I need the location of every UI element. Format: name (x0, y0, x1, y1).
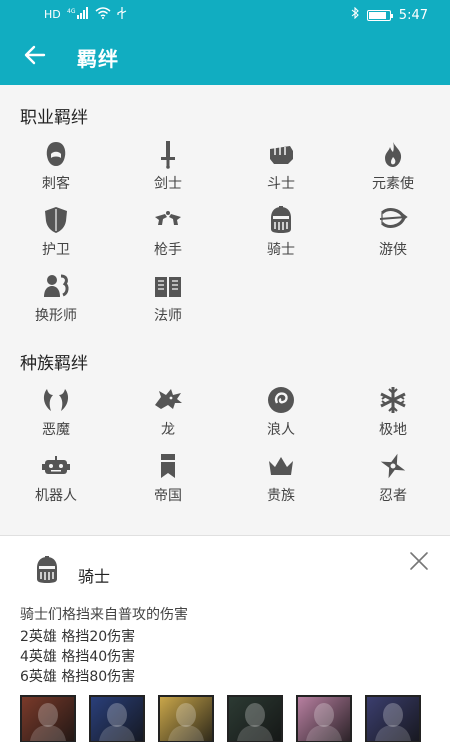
exile-icon (268, 387, 294, 413)
synergy-label: 元素使 (372, 176, 414, 192)
bow-icon (379, 208, 408, 228)
wifi-icon (95, 7, 111, 23)
synergy-label: 法师 (154, 308, 182, 324)
knight-helmet-icon (32, 555, 62, 585)
synergy-label: 游侠 (379, 242, 407, 258)
back-button[interactable] (22, 42, 50, 70)
close-icon (410, 552, 428, 570)
pistols-icon (155, 211, 181, 225)
shapeshifter-icon (44, 274, 69, 297)
hero-portrait-icon (237, 703, 273, 741)
synergy-item[interactable]: 护卫 (0, 205, 112, 265)
synergy-label: 护卫 (42, 242, 70, 258)
hero-portrait[interactable] (227, 695, 283, 742)
synergy-label: 极地 (379, 422, 407, 438)
hero-portrait[interactable] (89, 695, 145, 742)
synergy-item[interactable]: 恶魔 (0, 385, 112, 445)
synergy-item[interactable]: 浪人 (225, 385, 337, 445)
synergy-label: 浪人 (267, 422, 295, 438)
synergy-item[interactable]: 斗士 (225, 139, 337, 199)
demon-horns-icon (43, 389, 69, 411)
synergy-label: 龙 (161, 422, 175, 438)
sword-icon (161, 141, 175, 169)
synergy-label: 帝国 (154, 488, 182, 504)
synergy-item[interactable]: 极地 (337, 385, 449, 445)
synergy-description: 骑士们格挡来自普攻的伤害 (20, 607, 188, 623)
svg-text:4G: 4G (67, 8, 76, 15)
synergy-item[interactable]: 枪手 (112, 205, 224, 265)
synergy-tier: 2英雄 格挡20伤害 (20, 629, 136, 645)
hero-portrait[interactable] (158, 695, 214, 742)
synergy-detail-panel: 骑士 骑士们格挡来自普攻的伤害 2英雄 格挡20伤害 4英雄 格挡40伤害 6英… (0, 535, 450, 742)
hero-portrait[interactable] (365, 695, 421, 742)
synergy-label: 机器人 (35, 488, 77, 504)
shield-icon (45, 207, 67, 233)
synergy-item[interactable]: 法师 (112, 271, 224, 331)
synergy-label: 刺客 (42, 176, 70, 192)
book-icon (155, 277, 181, 297)
synergy-label: 骑士 (267, 242, 295, 258)
knight-helmet-icon (37, 556, 57, 583)
synergy-item[interactable]: 帝国 (112, 451, 224, 511)
synergy-item[interactable]: 换形师 (0, 271, 112, 331)
synergy-item[interactable]: 元素使 (337, 139, 449, 199)
synergy-label: 贵族 (267, 488, 295, 504)
hero-portrait-icon (168, 703, 204, 741)
hero-portrait-icon (375, 703, 411, 741)
synergy-item[interactable]: 龙 (112, 385, 224, 445)
section-title-origin: 种族羁绊 (20, 354, 88, 374)
hero-list (20, 695, 434, 742)
synergy-list[interactable]: 职业羁绊 刺客 剑士 斗士 元素使护卫 枪手 骑士 游侠换形师 法师 种族羁绊 恶魔 龙 浪人 极地… (0, 85, 450, 535)
synergy-item[interactable]: 机器人 (0, 451, 112, 511)
synergy-item[interactable]: 刺客 (0, 139, 112, 199)
snowflake-icon (380, 387, 406, 413)
hd-icon: HD (44, 8, 61, 21)
crown-icon (269, 457, 293, 475)
synergy-label: 斗士 (267, 176, 295, 192)
section-title-class: 职业羁绊 (20, 108, 88, 128)
synergy-tier: 4英雄 格挡40伤害 (20, 649, 136, 665)
arrow-left-icon (24, 45, 46, 65)
usb-icon (117, 7, 127, 23)
page-title: 羁绊 (77, 47, 119, 71)
robot-icon (42, 456, 70, 474)
signal-icon: 4G (67, 7, 89, 23)
close-button[interactable] (408, 550, 430, 572)
app-bar: 羁绊 (0, 28, 450, 85)
synergy-item[interactable]: 游侠 (337, 205, 449, 265)
shuriken-icon (380, 453, 406, 479)
hero-portrait-icon (99, 703, 135, 741)
knight-helmet-icon (271, 206, 291, 233)
synergy-tier: 6英雄 格挡80伤害 (20, 669, 136, 685)
synergy-item[interactable]: 骑士 (225, 205, 337, 265)
hero-portrait-icon (306, 703, 342, 741)
battery-icon (366, 9, 393, 21)
synergy-label: 剑士 (154, 176, 182, 192)
fist-icon (270, 146, 293, 164)
dragon-icon (155, 389, 182, 409)
assassin-icon (46, 142, 66, 166)
banner-icon (161, 454, 175, 478)
synergy-label: 枪手 (154, 242, 182, 258)
hero-portrait[interactable] (20, 695, 76, 742)
synergy-label: 忍者 (379, 488, 407, 504)
status-bar: HD 4G 5:47 (0, 0, 450, 28)
flame-icon (385, 142, 402, 167)
bluetooth-icon (351, 6, 359, 23)
synergy-item[interactable]: 贵族 (225, 451, 337, 511)
synergy-item[interactable]: 忍者 (337, 451, 449, 511)
hero-portrait[interactable] (296, 695, 352, 742)
synergy-label: 恶魔 (42, 422, 70, 438)
synergy-label: 换形师 (35, 308, 77, 324)
synergy-name: 骑士 (78, 567, 111, 586)
hero-portrait-icon (30, 703, 66, 741)
synergy-item[interactable]: 剑士 (112, 139, 224, 199)
clock: 5:47 (398, 7, 428, 23)
